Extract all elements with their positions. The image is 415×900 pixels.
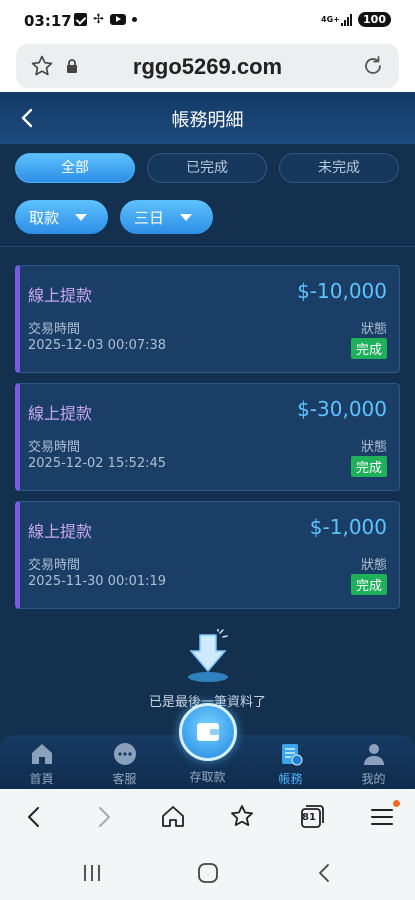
notification-icons: ✢	[74, 13, 137, 26]
app-content: 帳務明細 全部 已完成 未完成 取款 三日 線上提款 $-10,000 交易時間…	[0, 92, 415, 789]
system-navigation-bar	[0, 845, 415, 900]
record-time: 2025-12-02 15:52:45	[28, 456, 167, 471]
record-time: 2025-12-03 00:07:38	[28, 338, 167, 353]
chat-icon	[113, 743, 136, 765]
record-status-label: 狀態	[360, 322, 387, 337]
address-bar[interactable]: rggo5269.com	[16, 44, 399, 88]
record-time-label: 交易時間	[28, 322, 81, 337]
record-amount: $-10,000	[297, 279, 387, 303]
tab-count: 81	[302, 812, 316, 823]
nav-label: 帳務	[278, 772, 303, 786]
home-button-icon[interactable]	[197, 862, 219, 884]
url-text[interactable]: rggo5269.com	[16, 54, 399, 80]
more-notifications-dot-icon	[131, 17, 137, 22]
nav-label: 首頁	[29, 772, 54, 786]
list-item[interactable]: 線上提款 $-10,000 交易時間 2025-12-03 00:07:38 狀…	[15, 265, 400, 373]
user-icon	[363, 744, 384, 765]
wallet-center-button[interactable]	[179, 703, 237, 761]
nav-item-home[interactable]: 首頁	[0, 735, 83, 789]
nav-label[interactable]: 存取款	[166, 768, 249, 785]
status-badge: 完成	[350, 456, 387, 477]
range-filter-dropdown[interactable]: 三日	[120, 200, 213, 234]
browser-home-icon[interactable]	[159, 803, 187, 831]
record-type: 線上提款	[28, 286, 93, 305]
record-status-label: 狀態	[360, 440, 387, 455]
record-time-label: 交易時間	[28, 558, 81, 573]
record-list: 線上提款 $-10,000 交易時間 2025-12-03 00:07:38 狀…	[15, 265, 400, 619]
recent-apps-icon[interactable]	[81, 862, 103, 884]
download-arrow-icon	[187, 629, 228, 682]
ledger-icon	[281, 744, 302, 766]
bookmarks-icon[interactable]	[228, 803, 256, 831]
record-time-label: 交易時間	[28, 440, 81, 455]
wallet-icon	[197, 723, 219, 741]
reload-icon[interactable]	[361, 54, 385, 78]
end-of-list: 已是最後一筆資料了	[0, 629, 415, 710]
chevron-down-icon	[75, 213, 88, 221]
youtube-notification-icon	[109, 14, 126, 25]
checkbox-notification-icon	[74, 13, 87, 26]
network-type: 4G+	[321, 14, 340, 24]
browser-menu-button[interactable]	[368, 800, 400, 831]
divider	[0, 246, 415, 247]
record-type: 線上提款	[28, 522, 93, 541]
nav-item-support[interactable]: 客服	[83, 735, 166, 789]
system-back-icon[interactable]	[313, 862, 335, 884]
battery-level: 100	[358, 12, 391, 27]
page-title: 帳務明細	[171, 110, 244, 131]
type-filter-dropdown[interactable]: 取款	[15, 200, 108, 234]
signal-strength-icon	[341, 13, 353, 26]
record-amount: $-30,000	[297, 397, 387, 421]
nav-label: 客服	[112, 772, 137, 786]
fan-notification-icon: ✢	[93, 12, 104, 27]
status-time: 03:17	[24, 12, 72, 30]
record-type: 線上提款	[28, 404, 93, 423]
page-header: 帳務明細	[0, 92, 415, 144]
nav-label: 我的	[361, 772, 386, 786]
record-time: 2025-11-30 00:01:19	[28, 574, 167, 589]
menu-icon	[371, 809, 393, 825]
list-item[interactable]: 線上提款 $-30,000 交易時間 2025-12-02 15:52:45 狀…	[15, 383, 400, 491]
status-bar: 03:17 ✢ 4G+ 100	[0, 0, 415, 40]
notification-dot	[393, 800, 400, 807]
nav-item-profile[interactable]: 我的	[332, 735, 415, 789]
browser-back-icon[interactable]	[20, 803, 48, 831]
status-tabs: 全部 已完成 未完成	[15, 153, 399, 183]
record-status-label: 狀態	[360, 558, 387, 573]
tab-all[interactable]: 全部	[15, 153, 135, 183]
list-item[interactable]: 線上提款 $-1,000 交易時間 2025-11-30 00:01:19 狀態…	[15, 501, 400, 609]
nav-item-ledger[interactable]: 帳務	[249, 735, 332, 789]
type-filter-label: 取款	[29, 208, 60, 227]
system-status-icons: 4G+ 100	[321, 12, 391, 27]
tabs-button[interactable]: 81	[298, 803, 326, 831]
home-icon	[31, 744, 52, 764]
tab-completed[interactable]: 已完成	[147, 153, 267, 183]
browser-url-area: rggo5269.com	[0, 40, 415, 92]
status-badge: 完成	[350, 338, 387, 359]
bottom-nav: 首頁 客服 存取款 帳務 我的	[0, 703, 415, 789]
chevron-down-icon	[180, 213, 193, 221]
status-badge: 完成	[350, 574, 387, 595]
tab-incomplete[interactable]: 未完成	[279, 153, 399, 183]
browser-toolbar: 81	[0, 789, 415, 845]
record-amount: $-1,000	[309, 515, 387, 539]
browser-forward-icon[interactable]	[90, 803, 118, 831]
range-filter-label: 三日	[134, 208, 165, 227]
filter-row: 取款 三日	[15, 200, 213, 234]
